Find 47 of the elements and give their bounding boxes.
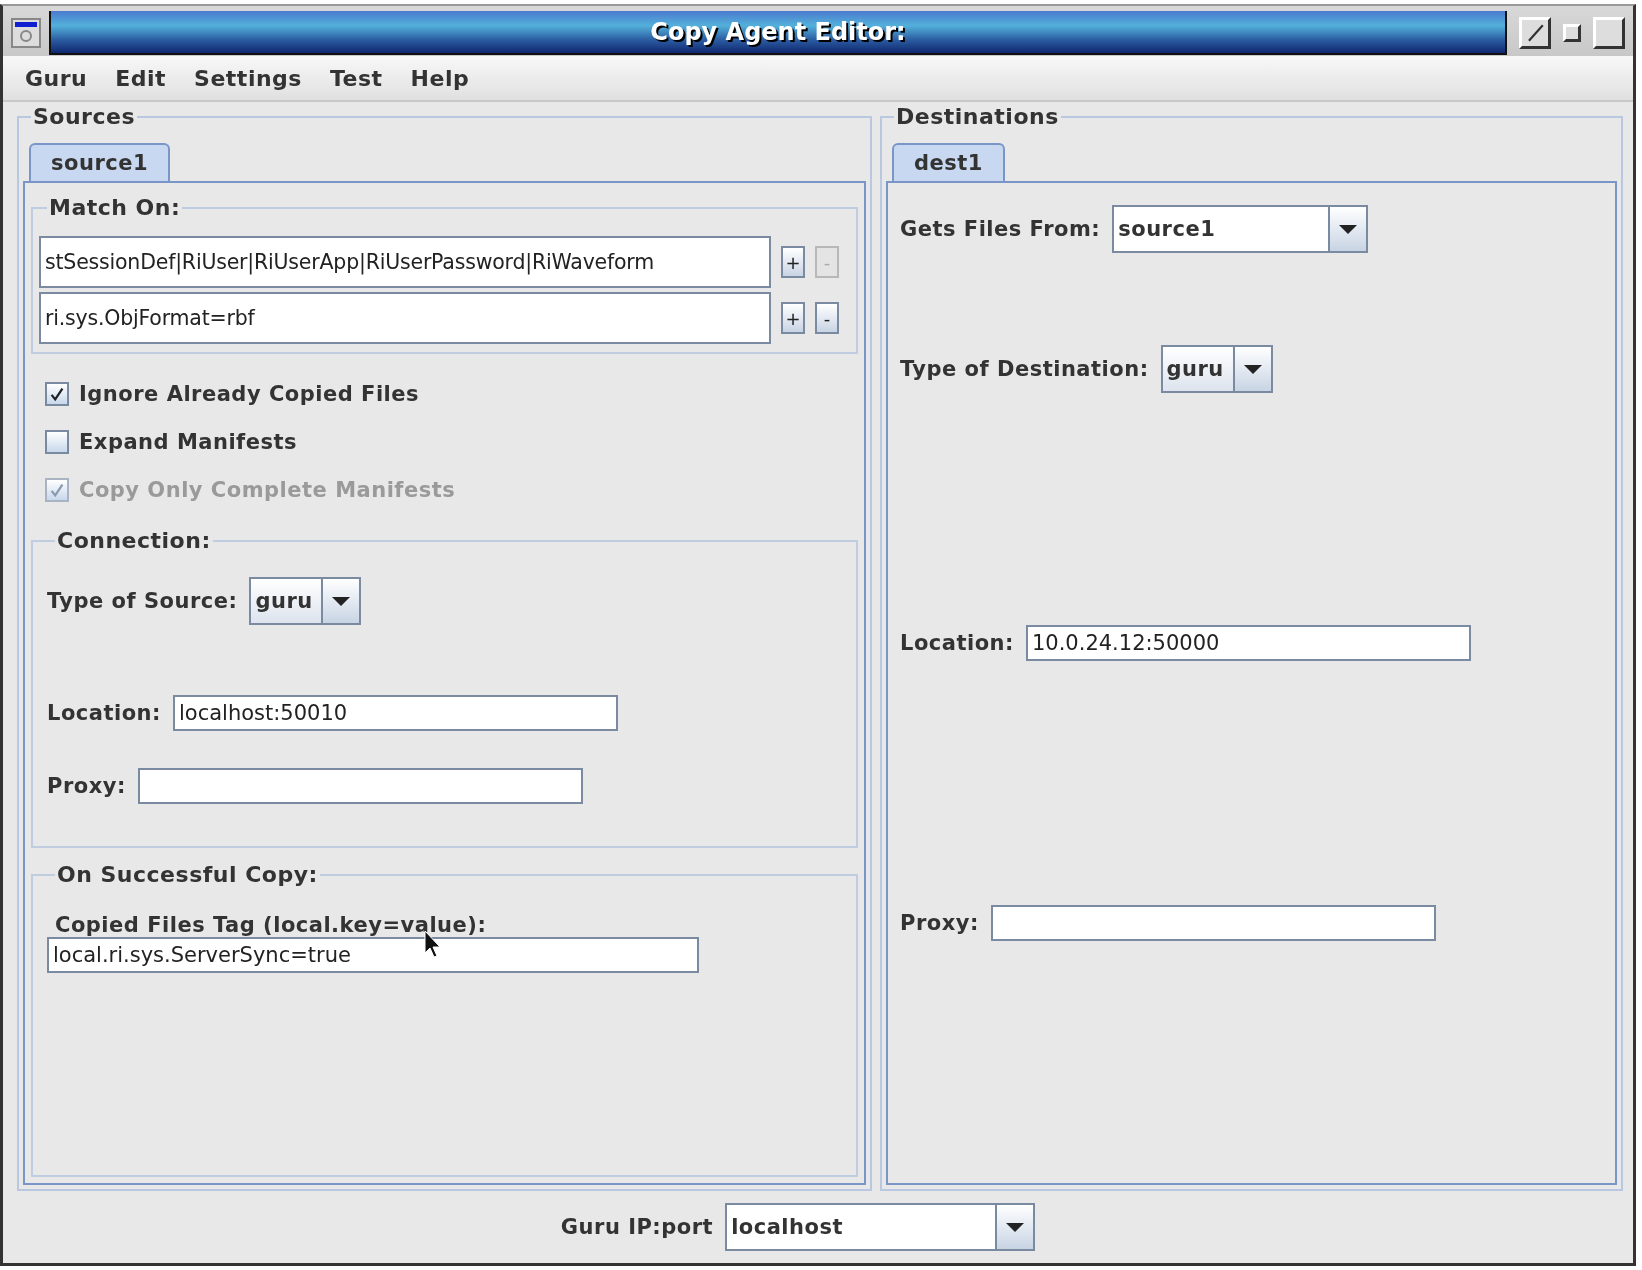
checkbox-label: Expand Manifests	[79, 430, 298, 454]
group-title: Match On:	[48, 195, 182, 220]
panel-title: Destinations	[895, 104, 1060, 129]
checkbox-label: Copy Only Complete Manifests	[79, 478, 456, 502]
checkmark-icon	[48, 385, 66, 403]
proxy-field[interactable]	[137, 768, 583, 804]
destination-type-dropdown[interactable]: guru	[1160, 345, 1273, 393]
menu-item[interactable]: Test	[329, 65, 383, 91]
checkbox[interactable]	[45, 382, 69, 406]
checkmark-icon	[48, 481, 66, 499]
location-field[interactable]: 10.0.24.12:50000	[1025, 625, 1471, 661]
group-title: On Successful Copy:	[56, 862, 319, 887]
group-title: Connection:	[56, 528, 212, 553]
field-label: Gets Files From:	[900, 217, 1101, 241]
location-field[interactable]: localhost:50010	[172, 695, 618, 731]
remove-button[interactable]: -	[815, 302, 839, 334]
menu-item[interactable]: Guru	[25, 65, 88, 91]
checkbox-label: Ignore Already Copied Files	[79, 382, 420, 406]
checkbox[interactable]	[45, 430, 69, 454]
add-button[interactable]: +	[781, 246, 805, 278]
source-type-dropdown[interactable]: guru	[249, 577, 362, 625]
source-dropdown[interactable]: source1	[1112, 205, 1369, 253]
field-label: Location:	[47, 701, 161, 725]
field-label: Type of Destination:	[900, 357, 1149, 381]
window-title: Copy Agent Editor:	[650, 18, 906, 46]
field-label: Copied Files Tag (local.key=value):	[54, 913, 488, 937]
field-label: Location:	[900, 631, 1014, 655]
minimize-icon[interactable]	[1519, 17, 1551, 49]
window-menu-icon[interactable]	[11, 18, 41, 48]
field-label: Proxy:	[47, 774, 126, 798]
field-label: Type of Source:	[47, 589, 238, 613]
guru-address-dropdown[interactable]: localhost	[725, 1203, 1036, 1251]
restore-icon[interactable]	[1563, 24, 1581, 42]
proxy-field[interactable]	[990, 905, 1436, 941]
input-field[interactable]: ri.sys.ObjFormat=rbf	[39, 292, 771, 344]
menu-item[interactable]: Settings	[194, 65, 302, 91]
menu-item[interactable]: Edit	[115, 65, 167, 91]
tab[interactable]: dest1	[892, 143, 1005, 181]
add-button[interactable]: +	[781, 302, 805, 334]
field-label: Guru IP:port	[560, 1215, 714, 1239]
maximize-icon[interactable]	[1593, 17, 1625, 49]
menu-item[interactable]: Help	[410, 65, 470, 91]
tab[interactable]: source1	[29, 143, 171, 181]
tag-field[interactable]: local.ri.sys.ServerSync=true	[47, 937, 699, 973]
field-label: Proxy:	[900, 911, 979, 935]
input-field[interactable]: stSessionDef|RiUser|RiUserApp|RiUserPassword|RiWaveform	[39, 236, 771, 288]
panel-title: Sources	[32, 104, 137, 129]
